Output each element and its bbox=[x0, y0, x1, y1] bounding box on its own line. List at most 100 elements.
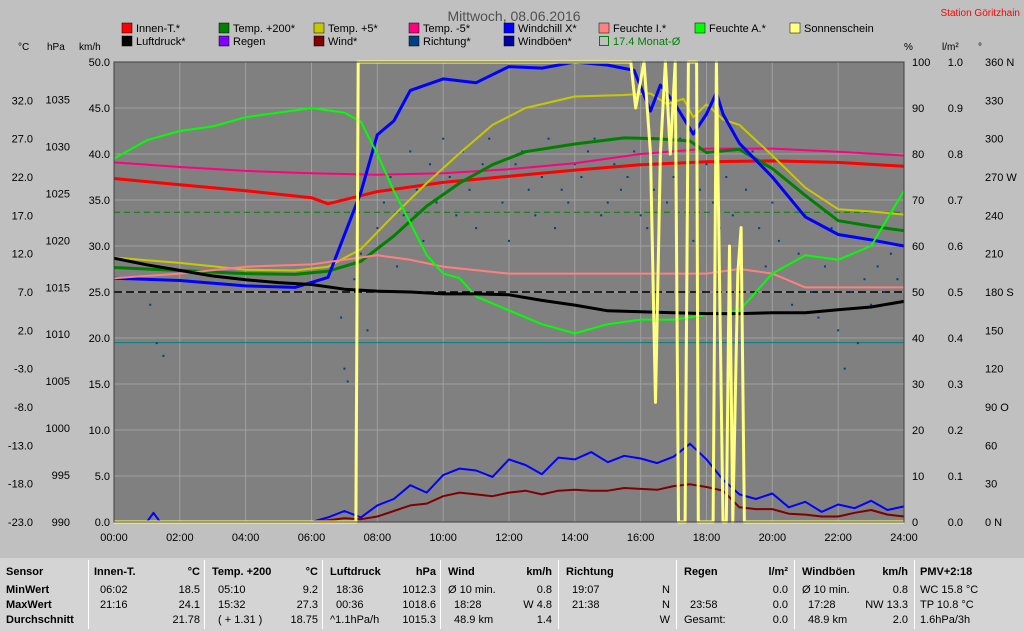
x-tick-label: 24:00 bbox=[890, 532, 918, 544]
rain-tick-label: 0.6 bbox=[948, 241, 963, 253]
direction-dot bbox=[639, 214, 642, 217]
legend-label: Windchill X* bbox=[518, 23, 577, 35]
direction-dot bbox=[817, 316, 820, 319]
direction-dot bbox=[475, 227, 478, 230]
temp-tick-label: -13.0 bbox=[8, 440, 33, 452]
legend-swatch bbox=[408, 22, 420, 34]
stats-header: Temp. +200 bbox=[212, 566, 272, 578]
stats-value: 0.8 bbox=[536, 584, 552, 596]
direction-dot bbox=[448, 176, 451, 178]
x-tick-label: 06:00 bbox=[298, 532, 326, 544]
stats-unit: km/h bbox=[882, 566, 908, 578]
direction-dot bbox=[346, 380, 349, 383]
legend-label: 17.4 Monat-Ø bbox=[613, 36, 681, 48]
direction-dot bbox=[587, 150, 589, 153]
stats-value: NW 13.3 bbox=[865, 599, 908, 611]
humidity-tick-label: 20 bbox=[912, 425, 924, 437]
direction-dot bbox=[633, 150, 636, 153]
direction-dot bbox=[764, 265, 767, 268]
direction-dot bbox=[672, 176, 675, 178]
humidity-tick-label: 50 bbox=[912, 287, 924, 299]
stats-time: 21:16 bbox=[100, 599, 128, 611]
direction-dot bbox=[698, 188, 701, 191]
direction-tick-label: 0 N bbox=[985, 517, 1002, 529]
stats-col-innen: Innen-T. °C 06:02 18.5 21:16 24.1 21.78 bbox=[94, 558, 200, 631]
direction-tick-label: 150 bbox=[985, 325, 1003, 337]
temp-tick-label: 2.0 bbox=[18, 325, 33, 337]
direction-dot bbox=[353, 278, 356, 281]
rain-tick-label: 0.8 bbox=[948, 149, 963, 161]
stats-header: Wind bbox=[448, 566, 475, 578]
stats-time: 23:58 bbox=[690, 599, 718, 611]
direction-dot bbox=[382, 201, 385, 204]
stats-value: 0.0 bbox=[772, 614, 788, 626]
legend-label: Luftdruck* bbox=[136, 36, 186, 48]
direction-dot bbox=[606, 201, 609, 204]
pressure-tick-label: 1000 bbox=[46, 423, 70, 435]
wind-tick-label: 45.0 bbox=[89, 103, 110, 115]
legend-label: Innen-T.* bbox=[136, 23, 181, 35]
pressure-tick-label: 1030 bbox=[46, 141, 70, 153]
direction-axis-unit: ° bbox=[978, 42, 982, 53]
legend-swatch bbox=[218, 35, 230, 47]
x-tick-label: 00:00 bbox=[100, 532, 128, 544]
stats-time: 18:28 bbox=[454, 599, 482, 611]
stats-time: Ø 10 min. bbox=[802, 584, 850, 596]
direction-dot bbox=[468, 188, 471, 191]
direction-dot bbox=[613, 163, 616, 166]
stats-value: 18.75 bbox=[290, 614, 318, 626]
x-tick-label: 22:00 bbox=[824, 532, 852, 544]
wind-tick-label: 40.0 bbox=[89, 149, 110, 161]
direction-tick-label: 30 bbox=[985, 479, 997, 491]
direction-dot bbox=[797, 252, 800, 255]
stats-value: 0.8 bbox=[892, 584, 908, 596]
legend-label: Sonnenschein bbox=[804, 23, 874, 35]
direction-dot bbox=[560, 188, 563, 191]
wind-tick-label: 5.0 bbox=[95, 471, 110, 483]
stats-col-windboeen: Windböen km/h Ø 10 min. 0.8 17:28 NW 13.… bbox=[802, 558, 908, 631]
stats-value: N bbox=[662, 584, 670, 596]
direction-dot bbox=[731, 214, 734, 217]
rain-tick-label: 0.1 bbox=[948, 471, 963, 483]
legend-swatch bbox=[313, 22, 325, 34]
pressure-tick-label: 1015 bbox=[46, 282, 70, 294]
direction-dot bbox=[745, 188, 747, 191]
direction-tick-label: 360 N bbox=[985, 57, 1014, 69]
direction-dot bbox=[600, 214, 603, 217]
direction-dot bbox=[567, 201, 570, 204]
stats-time: 00:36 bbox=[336, 599, 364, 611]
direction-dot bbox=[422, 239, 425, 242]
stats-value: W 4.8 bbox=[523, 599, 552, 611]
stats-value: 1015.3 bbox=[402, 614, 436, 626]
direction-tick-label: 120 bbox=[985, 364, 1003, 376]
stats-value: 1012.3 bbox=[402, 584, 436, 596]
direction-dot bbox=[580, 176, 583, 178]
direction-dot bbox=[646, 227, 649, 230]
wind-axis-unit: km/h bbox=[79, 42, 101, 53]
stats-col-pmv: PMV+2:18 WC 15.8 °C TP 10.8 °C 1.6hPa/3h bbox=[920, 558, 1020, 631]
direction-dot bbox=[889, 252, 892, 255]
stats-col-temp200: Temp. +200 °C 05:10 9.2 15:32 27.3 ( + 1… bbox=[212, 558, 318, 631]
stats-header: Windböen bbox=[802, 566, 856, 578]
direction-dot bbox=[725, 176, 728, 178]
temp-tick-label: -23.0 bbox=[8, 517, 33, 529]
direction-dot bbox=[442, 137, 445, 140]
legend-label: Feuchte I.* bbox=[613, 23, 667, 35]
humidity-tick-label: 60 bbox=[912, 241, 924, 253]
temp-tick-label: 27.0 bbox=[12, 134, 33, 146]
direction-dot bbox=[514, 163, 517, 166]
pressure-axis-unit: hPa bbox=[47, 42, 65, 53]
humidity-tick-label: 10 bbox=[912, 471, 924, 483]
rain-tick-label: 0.9 bbox=[948, 103, 963, 115]
temp-tick-label: -8.0 bbox=[14, 402, 33, 414]
pressure-tick-label: 1025 bbox=[46, 188, 70, 200]
stats-distance: 48.9 km bbox=[454, 614, 494, 626]
rain-tick-label: 0.0 bbox=[948, 517, 963, 529]
stats-time: Ø 10 min. bbox=[448, 584, 496, 596]
legend-swatch bbox=[121, 35, 133, 47]
stats-col-sensor: Sensor MinWert MaxWert Durchschnitt bbox=[6, 558, 86, 631]
wind-tick-label: 50.0 bbox=[89, 57, 110, 69]
stats-value: 2.0 bbox=[892, 614, 908, 626]
direction-dot bbox=[435, 201, 438, 204]
direction-dot bbox=[366, 329, 369, 332]
